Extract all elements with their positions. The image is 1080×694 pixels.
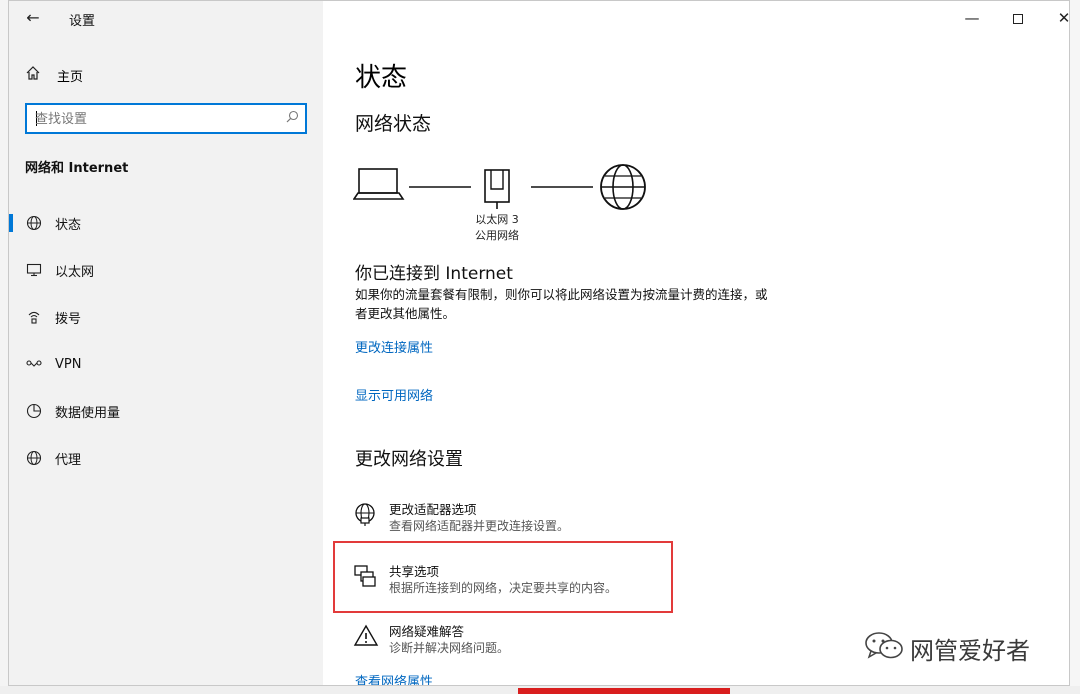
sidebar-item-label: VPN — [55, 356, 82, 372]
watermark: 网管爱好者 — [864, 628, 1030, 668]
show-available-networks-link[interactable]: 显示可用网络 — [355, 385, 433, 404]
sharing-icon — [353, 563, 379, 589]
search-box[interactable] — [25, 103, 307, 134]
option-title: 共享选项 — [389, 564, 440, 579]
data-usage-icon — [25, 402, 43, 420]
network-status-heading: 网络状态 — [355, 113, 432, 135]
close-button[interactable]: ✕ — [1041, 3, 1069, 33]
window-title: 设置 — [69, 14, 96, 29]
network-type: 公用网络 — [475, 229, 519, 242]
option-title: 网络疑难解答 — [389, 624, 465, 639]
option-desc: 查看网络适配器并更改连接设置。 — [389, 519, 570, 533]
maximize-icon — [1013, 13, 1023, 24]
minimize-button[interactable]: — — [949, 3, 995, 33]
adapter-name: 以太网 3 — [475, 213, 519, 226]
option-desc: 根据所连接到的网络，决定要共享的内容。 — [389, 581, 618, 595]
network-diagram: 以太网 3 公用网络 — [352, 159, 653, 245]
maximize-button[interactable] — [995, 3, 1041, 33]
main-content: — ✕ 状态 网络状态 以太网 3 公用网络 你已连接到 Internet 如果… — [323, 1, 1069, 685]
ethernet-port-icon — [484, 169, 510, 209]
globe-icon — [25, 449, 43, 467]
sidebar-item-proxy[interactable]: 代理 — [9, 440, 323, 476]
option-title: 更改适配器选项 — [389, 502, 477, 517]
background-taskbar-accent — [518, 688, 730, 694]
sidebar-item-ethernet[interactable]: 以太网 — [9, 252, 323, 288]
background-right-strip — [1070, 0, 1080, 694]
page-title: 状态 — [355, 63, 408, 93]
sidebar-section-title: 网络和 Internet — [25, 161, 129, 176]
background-bottom-strip — [0, 686, 1080, 694]
network-diagram-graphic — [352, 164, 646, 210]
connection-status-desc: 如果你的流量套餐有限制，则你可以将此网络设置为按流量计费的连接，或者更改其他属性… — [355, 287, 768, 321]
globe-icon — [25, 214, 43, 232]
change-connection-properties-link[interactable]: 更改连接属性 — [355, 337, 433, 356]
search-icon — [286, 110, 299, 126]
dialup-icon — [25, 308, 43, 326]
sidebar-item-label: 以太网 — [55, 264, 95, 280]
search-input[interactable] — [35, 109, 275, 129]
connection-status-title: 你已连接到 Internet — [355, 264, 513, 284]
internet-globe-icon — [600, 164, 646, 210]
ethernet-monitor-icon — [25, 261, 43, 279]
adapter-globe-icon — [353, 501, 379, 527]
sidebar: ← 设置 主页 网络和 Internet 状态 以太网 — [9, 1, 323, 685]
sidebar-home[interactable]: 主页 — [25, 63, 305, 87]
sidebar-item-status[interactable]: 状态 — [9, 205, 323, 241]
view-network-properties-link[interactable]: 查看网络属性 — [355, 671, 433, 685]
vpn-icon — [25, 355, 43, 373]
sidebar-item-label: 拨号 — [55, 311, 82, 327]
sidebar-item-vpn[interactable]: VPN — [9, 346, 323, 382]
background-left-strip — [0, 0, 8, 694]
sharing-options-item[interactable]: 共享选项 根据所连接到的网络，决定要共享的内容。 — [353, 561, 653, 601]
sidebar-item-label: 数据使用量 — [55, 405, 121, 421]
troubleshoot-item[interactable]: 网络疑难解答 诊断并解决网络问题。 — [353, 621, 653, 661]
sidebar-item-data-usage[interactable]: 数据使用量 — [9, 393, 323, 429]
sidebar-item-dialup[interactable]: 拨号 — [9, 299, 323, 335]
option-desc: 诊断并解决网络问题。 — [389, 641, 510, 655]
wechat-icon — [864, 630, 904, 666]
laptop-icon — [352, 168, 405, 200]
change-network-settings-heading: 更改网络设置 — [355, 449, 463, 470]
warning-icon — [353, 623, 379, 649]
home-icon — [25, 65, 43, 85]
sidebar-home-label: 主页 — [57, 69, 84, 85]
adapter-options-item[interactable]: 更改适配器选项 查看网络适配器并更改连接设置。 — [353, 499, 653, 539]
settings-window: ← 设置 主页 网络和 Internet 状态 以太网 — [8, 0, 1070, 686]
sidebar-item-label: 代理 — [55, 452, 82, 468]
watermark-text: 网管爱好者 — [910, 636, 1030, 665]
back-button[interactable]: ← — [21, 7, 45, 29]
sidebar-item-label: 状态 — [55, 217, 82, 233]
